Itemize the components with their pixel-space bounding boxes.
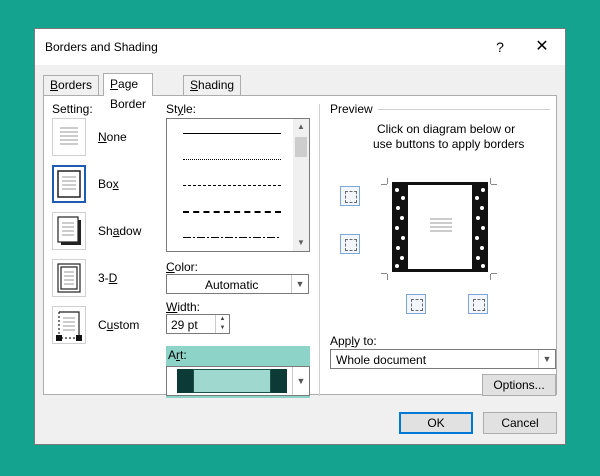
page-border-panel: Setting: None Box Shadow 3-D Custom Styl… (43, 95, 557, 398)
title-bar: Borders and Shading ? ✕ (35, 29, 565, 65)
style-dash-dot[interactable] (183, 237, 281, 238)
preview-instruction-2: use buttons to apply borders (373, 137, 525, 151)
setting-box-icon (52, 165, 86, 203)
scroll-up-icon[interactable]: ▲ (293, 119, 309, 135)
spin-down-icon[interactable]: ▼ (215, 324, 229, 333)
top-border-button[interactable] (340, 186, 360, 206)
preview-label: Preview (330, 102, 373, 116)
setting-shadow-label: Shadow (98, 224, 142, 238)
width-value: 29 pt (171, 318, 198, 332)
chevron-down-icon[interactable]: ▼ (291, 275, 308, 293)
right-art-border (472, 182, 488, 272)
chevron-down-icon[interactable]: ▼ (292, 367, 309, 395)
text-lines-icon (430, 218, 452, 232)
art-swatch (177, 369, 287, 393)
style-label: Style: (166, 102, 197, 116)
style-dotted[interactable] (183, 159, 281, 160)
left-border-button[interactable] (406, 294, 426, 314)
borders-and-shading-dialog: Borders and Shading ? ✕ Borders Page Bor… (34, 28, 566, 445)
column-divider (319, 104, 320, 396)
style-solid[interactable] (183, 133, 281, 134)
width-spinner[interactable]: 29 pt ▲ ▼ (166, 314, 230, 334)
setting-3d-label: 3-D (98, 271, 118, 285)
help-button[interactable]: ? (485, 35, 515, 59)
ok-button[interactable]: OK (399, 412, 473, 434)
preview-instruction-1: Click on diagram below or (377, 122, 516, 136)
setting-box-label: Box (98, 177, 119, 191)
left-art-border (392, 182, 408, 272)
setting-3d[interactable]: 3-D (52, 259, 172, 299)
art-label: Art: (168, 348, 187, 362)
setting-label: Setting: (52, 102, 93, 116)
setting-custom-label: Custom (98, 318, 140, 332)
chevron-down-icon[interactable]: ▼ (538, 350, 555, 368)
setting-custom-icon (52, 306, 86, 344)
bottom-border-button[interactable] (340, 234, 360, 254)
style-dashed-large[interactable] (183, 211, 281, 213)
options-button[interactable]: Options... (482, 374, 556, 396)
tab-shading[interactable]: Shading (183, 75, 242, 95)
tab-borders[interactable]: Borders (43, 75, 100, 95)
cancel-button[interactable]: Cancel (483, 412, 557, 434)
dialog-title: Borders and Shading (45, 40, 158, 54)
setting-shadow-icon (52, 212, 86, 250)
setting-none-icon (52, 118, 86, 156)
setting-none-label: None (98, 130, 127, 144)
tab-page-border[interactable]: Page Border (103, 73, 154, 111)
spin-up-icon[interactable]: ▲ (215, 315, 229, 324)
apply-to-label: Apply to: (330, 334, 377, 348)
art-section: Art: ▼ (166, 346, 310, 398)
close-button[interactable]: ✕ (527, 35, 557, 59)
setting-box[interactable]: Box (52, 165, 172, 205)
right-border-button[interactable] (468, 294, 488, 314)
style-dashed-small[interactable] (183, 185, 281, 186)
setting-3d-icon (52, 259, 86, 297)
apply-to-value: Whole document (336, 353, 427, 367)
setting-custom[interactable]: Custom (52, 306, 172, 346)
apply-to-dropdown[interactable]: Whole document ▼ (330, 349, 556, 369)
scroll-thumb[interactable] (295, 137, 307, 157)
preview-diagram[interactable] (392, 182, 488, 272)
color-value: Automatic (205, 278, 259, 292)
scroll-down-icon[interactable]: ▼ (293, 235, 309, 251)
style-scrollbar[interactable]: ▲ ▼ (293, 119, 309, 251)
setting-none[interactable]: None (52, 118, 172, 158)
setting-shadow[interactable]: Shadow (52, 212, 172, 252)
art-dropdown[interactable]: ▼ (166, 366, 310, 396)
style-list[interactable]: ▲ ▼ (166, 118, 310, 252)
color-label: Color: (166, 260, 199, 274)
color-dropdown[interactable]: Automatic ▼ (166, 274, 309, 294)
width-label: Width: (166, 300, 201, 314)
